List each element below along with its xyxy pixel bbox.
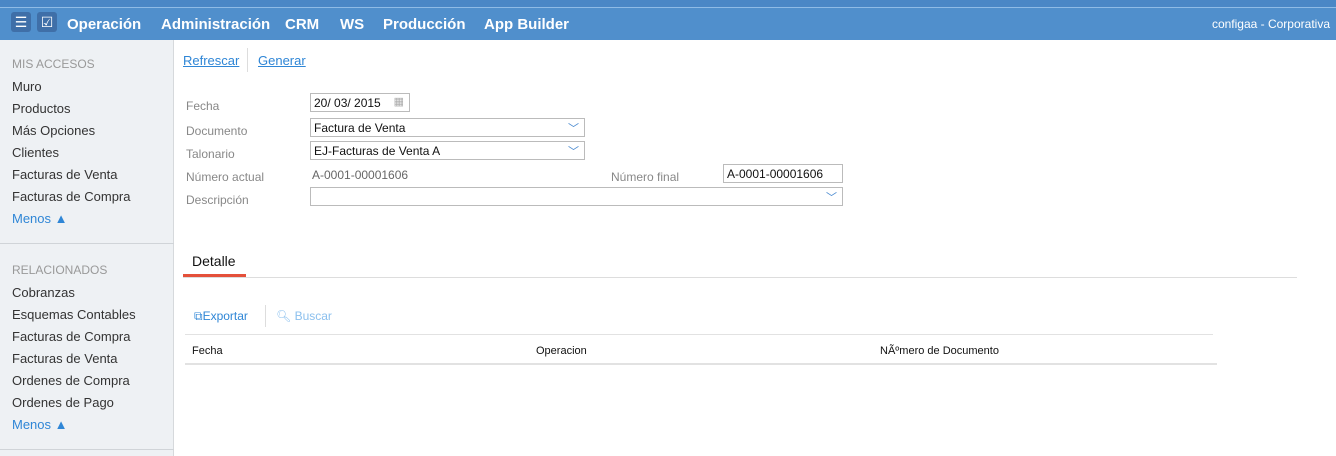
exportar-button[interactable]: ⧉Exportar — [194, 309, 248, 324]
column-header-numero-documento[interactable]: NÃºmero de Documento — [880, 345, 999, 357]
column-header-operacion[interactable]: Operacion — [536, 345, 587, 357]
generar-button[interactable]: Generar — [258, 53, 306, 68]
external-link-icon: ⧉ — [194, 309, 203, 323]
menu-ws[interactable]: WS — [340, 16, 364, 33]
divider — [183, 277, 1297, 278]
numero-final-input[interactable]: A-0001-00001606 — [723, 164, 843, 183]
talonario-label: Talonario — [186, 147, 235, 161]
menu-crm[interactable]: CRM — [285, 16, 319, 33]
menu-operacion[interactable]: Operación — [67, 16, 141, 33]
sidebar-item[interactable]: Muro — [12, 79, 42, 94]
menu-app-builder[interactable]: App Builder — [484, 16, 569, 33]
sidebar-item[interactable]: Productos — [12, 101, 71, 116]
documento-label: Documento — [186, 124, 248, 138]
buscar-button[interactable]: 🔍︎ Buscar — [276, 309, 332, 323]
table-header-border — [185, 363, 1217, 365]
sidebar-item[interactable]: Ordenes de Compra — [12, 373, 130, 388]
sidebar-item[interactable]: Facturas de Compra — [12, 329, 131, 344]
menos-toggle[interactable]: Menos ▲ — [12, 417, 68, 432]
descripcion-label: Descripción — [186, 193, 249, 207]
divider — [247, 48, 248, 72]
documento-value: Factura de Venta — [314, 121, 406, 135]
talonario-value: EJ-Facturas de Venta A — [314, 144, 441, 158]
calendar-icon[interactable]: ▦ — [394, 95, 404, 108]
documento-select[interactable]: Factura de Venta ﹀ — [310, 118, 585, 137]
section-mis-accesos: MIS ACCESOS — [12, 57, 95, 71]
tab-detalle[interactable]: Detalle — [192, 253, 236, 269]
sidebar: MIS ACCESOS Muro Productos Más Opciones … — [0, 40, 174, 456]
exportar-label: Exportar — [202, 309, 248, 323]
sidebar-item[interactable]: Facturas de Venta — [12, 351, 118, 366]
chevron-down-icon: ﹀ — [568, 123, 579, 135]
chevron-down-icon: ﹀ — [826, 192, 837, 204]
fecha-value: 20/ 03/ 2015 — [314, 96, 381, 110]
column-header-fecha[interactable]: Fecha — [192, 345, 223, 357]
sidebar-item[interactable]: Ordenes de Pago — [12, 395, 114, 410]
menu-produccion[interactable]: Producción — [383, 16, 466, 33]
user-company[interactable]: configaa - Corporativa — [1212, 17, 1330, 31]
divider — [265, 305, 266, 327]
numero-actual-label: Número actual — [186, 170, 265, 184]
sidebar-item[interactable]: Clientes — [12, 145, 59, 160]
tasks-check-icon[interactable]: ☑ — [37, 12, 57, 32]
sidebar-item[interactable]: Cobranzas — [12, 285, 75, 300]
divider — [0, 243, 174, 244]
talonario-select[interactable]: EJ-Facturas de Venta A ﹀ — [310, 141, 585, 160]
buscar-label: Buscar — [294, 309, 332, 323]
menos-toggle[interactable]: Menos ▲ — [12, 211, 68, 226]
search-icon: 🔍︎ — [276, 309, 292, 323]
divider — [0, 449, 174, 450]
sidebar-item[interactable]: Facturas de Venta — [12, 167, 118, 182]
top-nav: ☰ ☑ Operación Administración CRM WS Prod… — [0, 0, 1336, 40]
sidebar-item[interactable]: Facturas de Compra — [12, 189, 131, 204]
chevron-down-icon: ﹀ — [568, 146, 579, 158]
sidebar-item[interactable]: Más Opciones — [12, 123, 95, 138]
descripcion-select[interactable]: ﹀ — [310, 187, 843, 206]
numero-actual-value: A-0001-00001606 — [312, 168, 409, 182]
fecha-input[interactable]: 20/ 03/ 2015 ▦ — [310, 93, 410, 112]
section-relacionados: RELACIONADOS — [12, 263, 108, 277]
refrescar-button[interactable]: Refrescar — [183, 53, 239, 68]
fecha-label: Fecha — [186, 99, 220, 113]
hamburger-menu-icon[interactable]: ☰ — [11, 12, 31, 32]
numero-final-label: Número final — [611, 170, 680, 184]
divider — [185, 334, 1213, 335]
menu-administracion[interactable]: Administración — [161, 16, 270, 33]
sidebar-item[interactable]: Esquemas Contables — [12, 307, 136, 322]
